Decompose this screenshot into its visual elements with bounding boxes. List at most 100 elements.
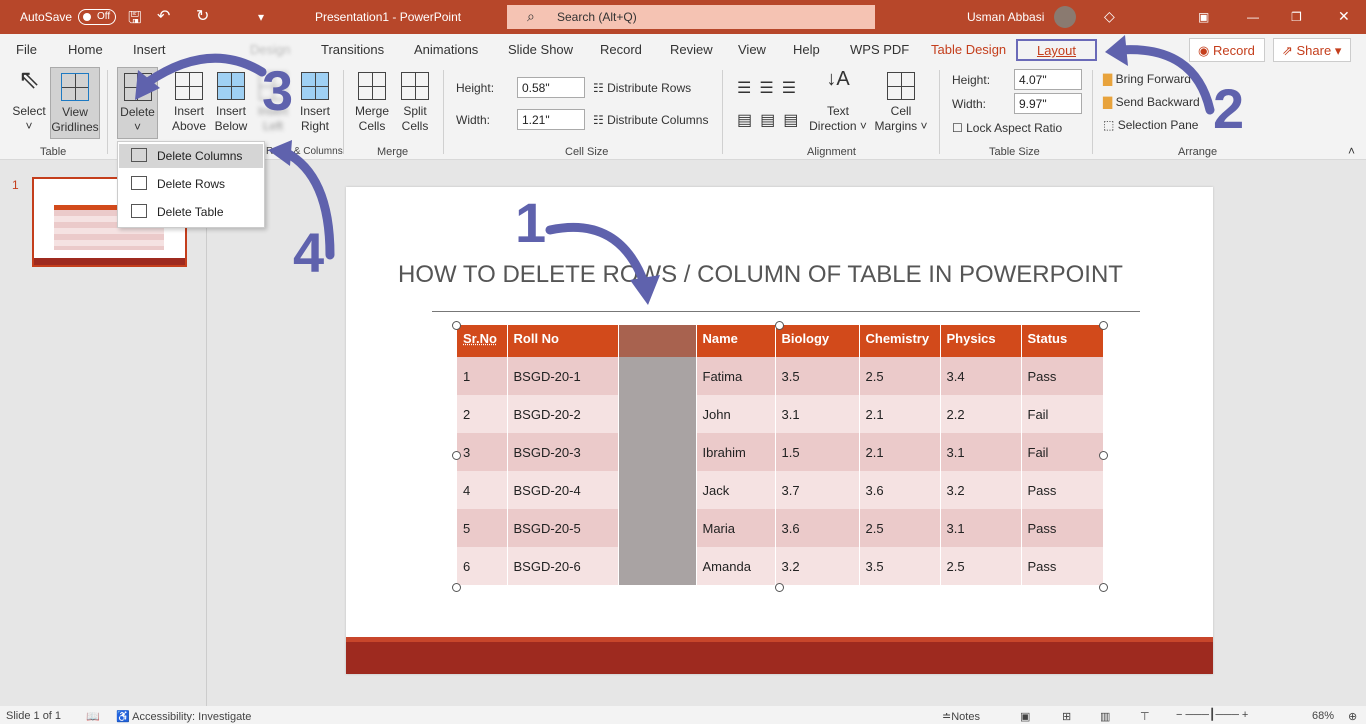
table-cell[interactable]: 3 bbox=[457, 433, 508, 471]
table-cell[interactable]: Ibrahim bbox=[696, 433, 776, 471]
tab-table-design[interactable]: Table Design bbox=[931, 42, 1006, 57]
table-cell[interactable]: 3.5 bbox=[775, 357, 860, 395]
table-cell[interactable]: 3.1 bbox=[940, 509, 1022, 547]
share-button[interactable]: ⇗ Share ▾ bbox=[1273, 38, 1351, 62]
resize-handle[interactable] bbox=[1099, 583, 1108, 592]
table-cell[interactable] bbox=[618, 509, 697, 547]
table-cell[interactable]: Maria bbox=[696, 509, 776, 547]
header-cell[interactable]: Biology bbox=[775, 325, 860, 357]
table-cell[interactable]: Pass bbox=[1021, 357, 1104, 395]
tab-review[interactable]: Review bbox=[670, 42, 713, 57]
tab-layout[interactable]: Layout bbox=[1016, 39, 1097, 61]
table-cell[interactable]: 4 bbox=[457, 471, 508, 509]
ribbon-display-icon[interactable]: ▣ bbox=[1198, 10, 1209, 24]
resize-handle[interactable] bbox=[452, 321, 461, 330]
table-cell[interactable]: 2 bbox=[457, 395, 508, 433]
send-backward-button[interactable]: ▇ Send Backward bbox=[1103, 95, 1200, 109]
table-cell[interactable]: 3.6 bbox=[859, 471, 941, 509]
slideshow-icon[interactable]: ⊤ bbox=[1140, 710, 1150, 723]
table-cell[interactable] bbox=[618, 357, 697, 395]
table-cell[interactable]: Fatima bbox=[696, 357, 776, 395]
header-cell[interactable]: Physics bbox=[940, 325, 1022, 357]
tab-help[interactable]: Help bbox=[793, 42, 820, 57]
cell-margins-button[interactable]: Cell Margins ˅ bbox=[872, 72, 930, 134]
table-cell[interactable]: 3.5 bbox=[859, 547, 941, 585]
resize-handle[interactable] bbox=[775, 321, 784, 330]
merge-cells-button[interactable]: Merge Cells bbox=[352, 72, 392, 134]
table-cell[interactable]: 3.2 bbox=[940, 471, 1022, 509]
table-cell[interactable]: Pass bbox=[1021, 547, 1104, 585]
table-cell[interactable]: 2.5 bbox=[859, 509, 941, 547]
table-cell[interactable]: 1 bbox=[457, 357, 508, 395]
table-cell[interactable]: BSGD-20-3 bbox=[507, 433, 619, 471]
table-cell[interactable]: John bbox=[696, 395, 776, 433]
table-cell[interactable]: 3.4 bbox=[940, 357, 1022, 395]
header-cell[interactable]: Sr.No bbox=[457, 325, 508, 357]
tab-file[interactable]: File bbox=[16, 42, 37, 57]
tab-transitions[interactable]: Transitions bbox=[321, 42, 384, 57]
table-cell[interactable]: 2.5 bbox=[859, 357, 941, 395]
spellcheck-icon[interactable]: 📖 bbox=[86, 710, 100, 723]
tab-wps-pdf[interactable]: WPS PDF bbox=[850, 42, 909, 57]
table-cell[interactable]: 3.6 bbox=[775, 509, 860, 547]
collapse-ribbon-icon[interactable]: ˄ bbox=[1348, 144, 1355, 158]
table-cell[interactable]: BSGD-20-2 bbox=[507, 395, 619, 433]
lock-aspect-ratio-checkbox[interactable]: ☐ Lock Aspect Ratio bbox=[952, 121, 1062, 135]
menu-item-delete-table[interactable]: Delete Table bbox=[119, 200, 263, 224]
save-icon[interactable]: 🖫 bbox=[128, 7, 142, 34]
bring-forward-button[interactable]: ▇ Bring Forward bbox=[1103, 72, 1191, 86]
tab-slide-show[interactable]: Slide Show bbox=[508, 42, 573, 57]
fit-slide-icon[interactable]: ⊕ bbox=[1348, 710, 1357, 723]
cell-width-input[interactable]: 1.21" bbox=[517, 109, 585, 130]
resize-handle[interactable] bbox=[452, 583, 461, 592]
customize-qat-icon[interactable]: ▾ bbox=[258, 10, 264, 24]
diamond-icon[interactable]: ◇ bbox=[1104, 8, 1115, 25]
data-table[interactable]: Sr.No Roll No Name Biology Chemistry Physics S… bbox=[457, 325, 1104, 585]
table-cell[interactable]: 5 bbox=[457, 509, 508, 547]
header-cell[interactable]: Chemistry bbox=[859, 325, 941, 357]
header-cell[interactable]: Status bbox=[1021, 325, 1104, 357]
table-cell[interactable]: 3.1 bbox=[775, 395, 860, 433]
view-gridlines-button[interactable]: View Gridlines bbox=[50, 67, 100, 139]
restore-icon[interactable]: ❐ bbox=[1291, 10, 1302, 24]
table-cell[interactable]: 2.1 bbox=[859, 395, 941, 433]
slide-canvas[interactable]: HOW TO DELETE ROWS / COLUMN OF TABLE IN … bbox=[346, 187, 1213, 674]
table-cell[interactable]: BSGD-20-1 bbox=[507, 357, 619, 395]
close-icon[interactable]: ✕ bbox=[1338, 8, 1350, 25]
table-cell[interactable]: Pass bbox=[1021, 471, 1104, 509]
normal-view-icon[interactable]: ▣ bbox=[1020, 710, 1030, 723]
table-cell[interactable]: BSGD-20-4 bbox=[507, 471, 619, 509]
selection-pane-button[interactable]: ⬚ Selection Pane bbox=[1103, 118, 1198, 132]
table-cell[interactable] bbox=[618, 395, 697, 433]
resize-handle[interactable] bbox=[1099, 321, 1108, 330]
undo-icon[interactable]: ↶ bbox=[157, 6, 170, 26]
accessibility-button[interactable]: ♿ Accessibility: Investigate bbox=[116, 710, 251, 723]
table-cell[interactable]: Jack bbox=[696, 471, 776, 509]
notes-button[interactable]: ≐Notes bbox=[942, 710, 980, 723]
table-cell[interactable]: Fail bbox=[1021, 395, 1104, 433]
resize-handle[interactable] bbox=[452, 451, 461, 460]
tab-view[interactable]: View bbox=[738, 42, 766, 57]
delete-button[interactable]: Delete ˅ bbox=[117, 67, 158, 139]
reading-view-icon[interactable]: ▥ bbox=[1100, 710, 1110, 723]
table-cell[interactable]: 3.7 bbox=[775, 471, 860, 509]
resize-handle[interactable] bbox=[1099, 451, 1108, 460]
slide-title[interactable]: HOW TO DELETE ROWS / COLUMN OF TABLE IN … bbox=[398, 261, 1123, 289]
record-button[interactable]: ◉ Record bbox=[1189, 38, 1265, 62]
zoom-slider[interactable]: − ───┃─── + bbox=[1176, 708, 1248, 721]
header-cell[interactable]: Roll No bbox=[507, 325, 619, 357]
resize-handle[interactable] bbox=[775, 583, 784, 592]
minimize-icon[interactable]: — bbox=[1247, 10, 1259, 24]
table-cell[interactable]: Fail bbox=[1021, 433, 1104, 471]
tab-animations[interactable]: Animations bbox=[414, 42, 478, 57]
slide-sorter-icon[interactable]: ⊞ bbox=[1062, 710, 1071, 723]
insert-right-button[interactable]: Insert Right bbox=[295, 72, 335, 134]
table-cell[interactable] bbox=[618, 547, 697, 585]
table-cell[interactable]: 3.1 bbox=[940, 433, 1022, 471]
table-width-input[interactable]: 9.97" bbox=[1014, 93, 1082, 114]
table-cell[interactable]: 2.2 bbox=[940, 395, 1022, 433]
menu-item-delete-columns[interactable]: Delete Columns bbox=[119, 144, 263, 168]
avatar[interactable] bbox=[1054, 6, 1076, 28]
table-height-input[interactable]: 4.07" bbox=[1014, 69, 1082, 90]
user-name[interactable]: Usman Abbasi bbox=[967, 10, 1044, 24]
